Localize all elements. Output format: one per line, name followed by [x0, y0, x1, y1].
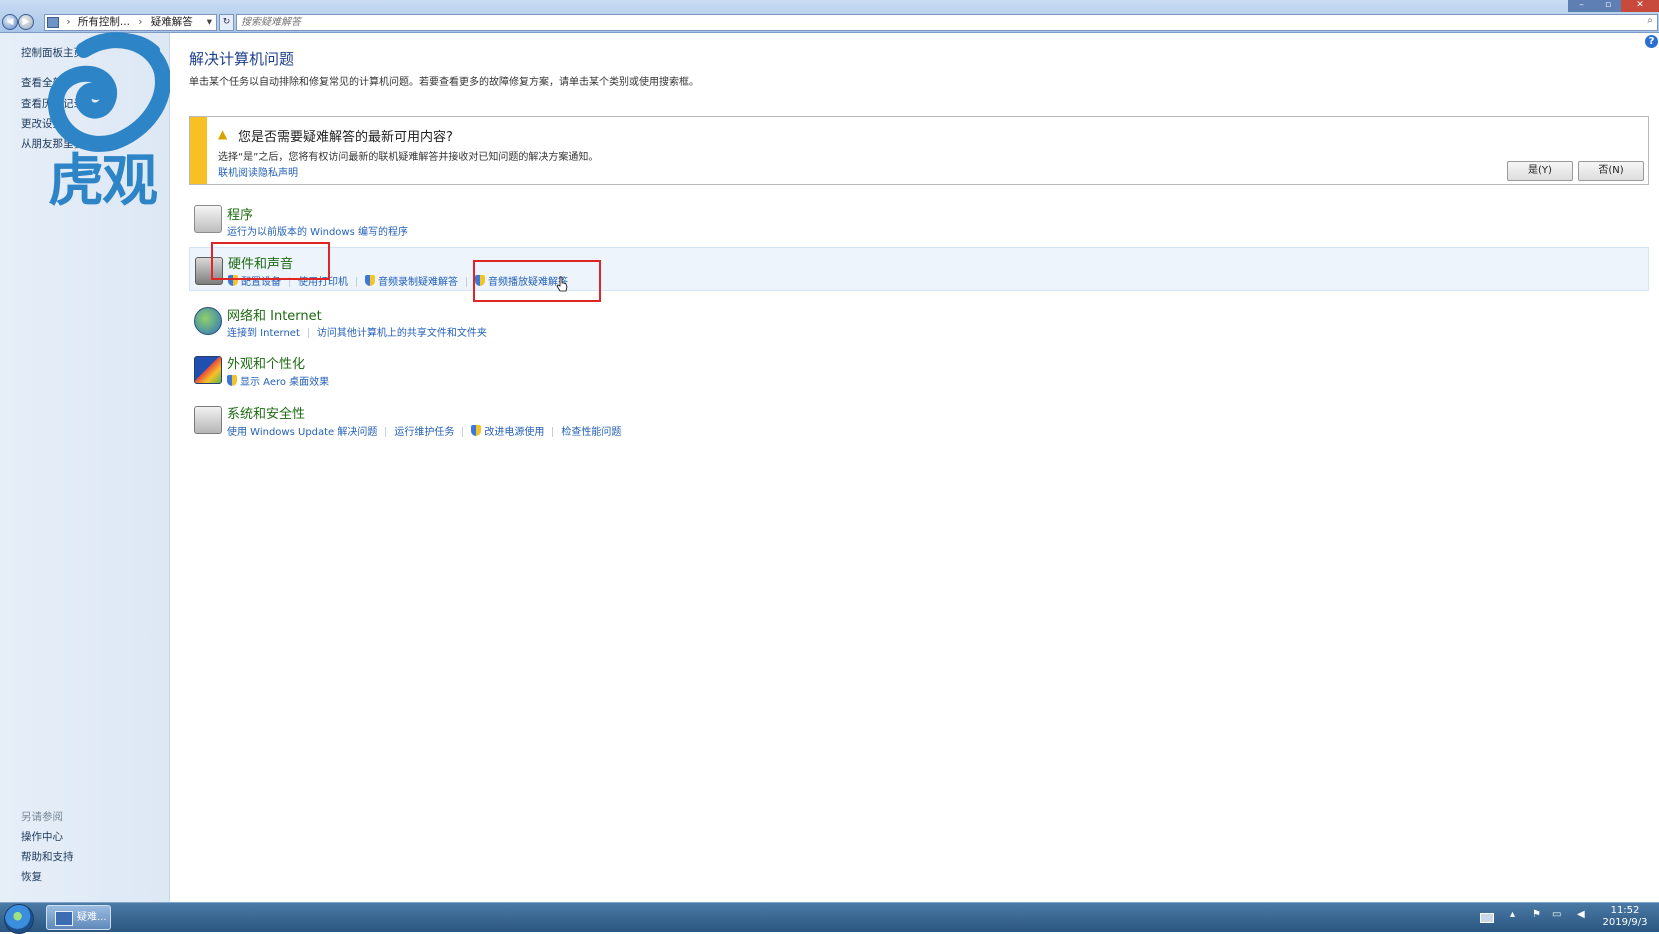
search-field[interactable]: ⌕	[236, 14, 1658, 31]
category-title[interactable]: 网络和 Internet	[227, 305, 322, 324]
category-appearance: 外观和个性化 显示 Aero 桌面效果	[189, 352, 1649, 392]
control-panel-icon	[55, 911, 73, 926]
search-input[interactable]	[237, 15, 1621, 30]
chevron-right-icon: ›	[138, 16, 143, 28]
volume-icon[interactable]: ◀	[1577, 909, 1585, 920]
privacy-link[interactable]: 联机阅读隐私声明	[218, 164, 298, 179]
taskbar-item-troubleshooting[interactable]: 疑难...	[46, 905, 111, 930]
forward-button[interactable]: ▶	[18, 14, 34, 30]
category-programs: 程序 运行为以前版本的 Windows 编写的程序	[189, 200, 1649, 240]
breadcrumb[interactable]: › 所有控制... › 疑难解答 ▾	[44, 14, 217, 31]
page-title: 解决计算机问题	[189, 50, 295, 68]
watermark-text: 虎观	[48, 149, 158, 214]
search-icon[interactable]: ⌕	[1647, 15, 1653, 26]
taskbar: 疑难... ▴ ⚑ ▭ ◀ 11:52 2019/9/3	[0, 902, 1659, 934]
category-title[interactable]: 外观和个性化	[227, 353, 305, 372]
back-button[interactable]: ◀	[2, 14, 18, 30]
see-also-header: 另请参阅	[21, 811, 63, 823]
network-icon	[194, 307, 222, 335]
category-title[interactable]: 系统和安全性	[227, 403, 305, 422]
uac-shield-icon	[471, 425, 482, 436]
task-link[interactable]: 显示 Aero 桌面效果	[240, 377, 329, 388]
keyboard-icon[interactable]	[1480, 913, 1494, 923]
uac-shield-icon	[227, 375, 237, 386]
notice-accent-bar	[190, 117, 207, 184]
flag-icon[interactable]: ⚑	[1532, 909, 1541, 920]
hand-cursor-icon	[556, 276, 568, 292]
task-link[interactable]: 访问其他计算机上的共享文件和文件夹	[317, 324, 487, 339]
task-link[interactable]: 音频录制疑难解答	[378, 277, 458, 288]
category-system-security: 系统和安全性 使用 Windows Update 解决问题 运行维护任务 改进电源使…	[189, 402, 1649, 442]
notice-text: 选择“是”之后，您将有权访问最新的联机疑难解答并接收对已知问题的解决方案通知。	[218, 152, 599, 163]
clock-date: 2019/9/3	[1602, 917, 1648, 928]
warning-icon: ▲	[218, 127, 228, 141]
sidebar-link-help-support[interactable]: 帮助和支持	[21, 849, 74, 864]
address-bar: ◀ ▶ › 所有控制... › 疑难解答 ▾ ↻ ⌕ – ▫ ✕	[0, 0, 1659, 33]
network-tray-icon[interactable]: ▭	[1552, 909, 1561, 920]
system-security-icon	[194, 406, 222, 434]
refresh-button[interactable]: ↻	[219, 14, 234, 31]
help-icon[interactable]: ?	[1645, 35, 1658, 48]
maximize-button[interactable]: ▫	[1595, 0, 1621, 12]
appearance-icon	[194, 356, 222, 384]
minimize-button[interactable]: –	[1568, 0, 1595, 12]
task-link[interactable]: 运行维护任务	[394, 423, 454, 438]
watermark-swirl-icon	[47, 32, 171, 152]
control-panel-icon	[47, 17, 59, 28]
chevron-up-icon[interactable]: ▴	[1510, 909, 1515, 920]
annotation-box-category	[211, 242, 330, 280]
category-hardware-sound: 硬件和声音 配置设备 使用打印机 音频录制疑难解答 音频播放疑难解答	[189, 247, 1649, 291]
sidebar-link-recovery[interactable]: 恢复	[21, 869, 42, 884]
sidebar-link-action-center[interactable]: 操作中心	[21, 829, 63, 844]
taskbar-item-label: 疑难...	[77, 912, 107, 923]
uac-shield-icon	[365, 275, 375, 286]
programs-icon	[194, 205, 222, 233]
start-button[interactable]	[4, 904, 34, 934]
update-notice: ▲ 您是否需要疑难解答的最新可用内容? 选择“是”之后，您将有权访问最新的联机疑…	[189, 116, 1649, 185]
task-link[interactable]: 检查性能问题	[561, 423, 621, 438]
page-description: 单击某个任务以自动排除和修复常见的计算机问题。若要查看更多的故障修复方案，请单击…	[189, 77, 699, 88]
task-link[interactable]: 改进电源使用	[484, 427, 544, 438]
annotation-box-audio-playback	[473, 260, 601, 302]
clock-time: 11:52	[1610, 905, 1640, 916]
task-link[interactable]: 运行为以前版本的 Windows 编写的程序	[227, 223, 408, 238]
breadcrumb-item[interactable]: 所有控制...	[78, 15, 130, 30]
task-link[interactable]: 使用 Windows Update 解决问题	[227, 423, 377, 438]
clock[interactable]: 11:52 2019/9/3	[1595, 905, 1655, 929]
no-button[interactable]: 否(N)	[1578, 161, 1644, 181]
breadcrumb-item[interactable]: 疑难解答	[151, 15, 193, 30]
notice-title: 您是否需要疑难解答的最新可用内容?	[238, 130, 453, 145]
task-link[interactable]: 连接到 Internet	[227, 324, 300, 339]
chevron-down-icon[interactable]: ▾	[207, 15, 212, 30]
yes-button[interactable]: 是(Y)	[1507, 161, 1573, 181]
chevron-right-icon: ›	[66, 16, 71, 28]
close-button[interactable]: ✕	[1621, 0, 1659, 12]
category-network: 网络和 Internet 连接到 Internet 访问其他计算机上的共享文件和文…	[189, 303, 1649, 343]
category-title[interactable]: 程序	[227, 204, 253, 223]
